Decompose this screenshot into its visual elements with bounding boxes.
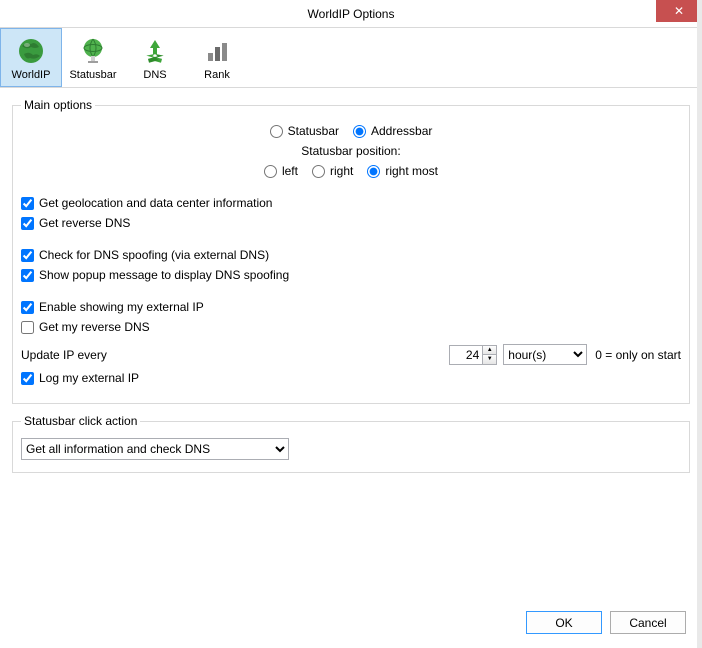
radio-statusbar-input[interactable] xyxy=(270,125,283,138)
check-log-ext-ip-input[interactable] xyxy=(21,372,34,385)
check-spoof-row: Check for DNS spoofing (via external DNS… xyxy=(21,248,681,262)
cancel-button[interactable]: Cancel xyxy=(610,611,686,634)
update-ip-input[interactable] xyxy=(450,346,482,364)
radio-right-most[interactable]: right most xyxy=(367,164,438,178)
placement-row: Statusbar Addressbar xyxy=(21,124,681,138)
close-icon: ✕ xyxy=(674,4,684,18)
update-ip-spinner[interactable]: ▲ ▼ xyxy=(449,345,497,365)
radio-right-input[interactable] xyxy=(312,165,325,178)
recycle-icon xyxy=(125,35,185,67)
check-show-popup-input[interactable] xyxy=(21,269,34,282)
check-get-geo[interactable]: Get geolocation and data center informat… xyxy=(21,196,272,210)
radio-addressbar-input[interactable] xyxy=(353,125,366,138)
tab-label: Rank xyxy=(187,69,247,81)
radio-left-input[interactable] xyxy=(264,165,277,178)
check-get-rev-dns[interactable]: Get reverse DNS xyxy=(21,216,130,230)
click-action-legend: Statusbar click action xyxy=(21,414,140,428)
check-spoof[interactable]: Check for DNS spoofing (via external DNS… xyxy=(21,248,269,262)
tab-label: DNS xyxy=(125,69,185,81)
radio-right[interactable]: right xyxy=(312,164,353,178)
check-get-my-rev-dns[interactable]: Get my reverse DNS xyxy=(21,320,150,334)
update-ip-row: Update IP every ▲ ▼ hour(s) 0 = only on … xyxy=(21,344,681,365)
title-bar: WorldIP Options ✕ xyxy=(0,0,702,28)
check-enable-ext-ip[interactable]: Enable showing my external IP xyxy=(21,300,204,314)
main-options-group: Main options Statusbar Addressbar Status… xyxy=(12,98,690,404)
tab-label: Statusbar xyxy=(63,69,123,81)
position-row: left right right most xyxy=(21,164,681,178)
rank-icon xyxy=(187,35,247,67)
check-log-ext-ip-row: Log my external IP xyxy=(21,371,681,385)
check-show-popup[interactable]: Show popup message to display DNS spoofi… xyxy=(21,268,289,282)
globe-icon xyxy=(1,35,61,67)
window-resize-edge[interactable] xyxy=(697,0,702,648)
tab-statusbar[interactable]: Statusbar xyxy=(62,28,124,87)
spin-up-button[interactable]: ▲ xyxy=(483,346,496,356)
close-button[interactable]: ✕ xyxy=(656,0,702,22)
click-action-group: Statusbar click action Get all informati… xyxy=(12,414,690,473)
check-get-geo-input[interactable] xyxy=(21,197,34,210)
tab-label: WorldIP xyxy=(1,69,61,81)
ok-button[interactable]: OK xyxy=(526,611,602,634)
check-show-popup-row: Show popup message to display DNS spoofi… xyxy=(21,268,681,282)
check-get-rev-dns-input[interactable] xyxy=(21,217,34,230)
statusbar-icon xyxy=(63,35,123,67)
dialog-footer: OK Cancel xyxy=(526,611,686,634)
window-title: WorldIP Options xyxy=(308,7,395,21)
check-get-rev-dns-row: Get reverse DNS xyxy=(21,216,681,230)
check-spoof-input[interactable] xyxy=(21,249,34,262)
check-get-geo-row: Get geolocation and data center informat… xyxy=(21,196,681,210)
check-enable-ext-ip-input[interactable] xyxy=(21,301,34,314)
tab-worldip[interactable]: WorldIP xyxy=(0,28,62,87)
update-ip-label: Update IP every xyxy=(21,348,107,362)
position-label: Statusbar position: xyxy=(21,144,681,158)
radio-right-most-input[interactable] xyxy=(367,165,380,178)
check-enable-ext-ip-row: Enable showing my external IP xyxy=(21,300,681,314)
update-ip-hint: 0 = only on start xyxy=(595,348,681,362)
tab-rank[interactable]: Rank xyxy=(186,28,248,87)
radio-addressbar[interactable]: Addressbar xyxy=(353,124,432,138)
toolbar: WorldIP Statusbar DNS xyxy=(0,28,702,88)
update-ip-unit-select[interactable]: hour(s) xyxy=(503,344,587,365)
radio-statusbar[interactable]: Statusbar xyxy=(270,124,339,138)
check-log-ext-ip[interactable]: Log my external IP xyxy=(21,371,139,385)
radio-left[interactable]: left xyxy=(264,164,298,178)
tab-dns[interactable]: DNS xyxy=(124,28,186,87)
spin-down-button[interactable]: ▼ xyxy=(483,355,496,364)
main-options-legend: Main options xyxy=(21,98,95,112)
check-get-my-rev-dns-input[interactable] xyxy=(21,321,34,334)
check-get-my-rev-dns-row: Get my reverse DNS xyxy=(21,320,681,334)
click-action-select[interactable]: Get all information and check DNS xyxy=(21,438,289,460)
